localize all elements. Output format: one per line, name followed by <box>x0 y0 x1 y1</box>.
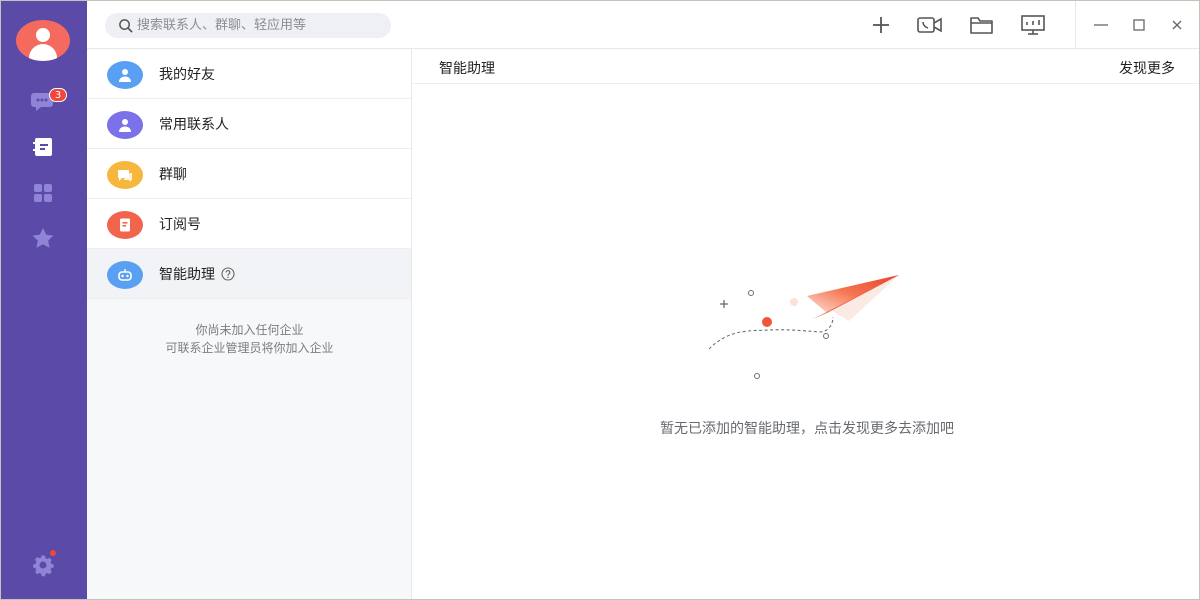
paper-plane-illustration <box>709 275 899 379</box>
plus-icon[interactable] <box>867 13 895 37</box>
search-icon <box>119 19 133 33</box>
contact-item-frequent[interactable]: 常用联系人 <box>87 99 411 149</box>
contact-item-smart-assistant[interactable]: 智能助理 <box>87 249 411 299</box>
contact-item-subscription[interactable]: 订阅号 <box>87 199 411 249</box>
contact-item-label: 群聊 <box>159 167 187 183</box>
discover-more-link[interactable]: 发现更多 <box>1119 58 1175 78</box>
contact-item-group-chat[interactable]: 群聊 <box>87 149 411 199</box>
toolbar-divider <box>1075 1 1076 49</box>
unread-badge: 3 <box>49 88 67 102</box>
avatar[interactable] <box>16 20 70 61</box>
contact-item-label: 订阅号 <box>159 217 201 233</box>
avatar-body-shape <box>29 44 57 61</box>
folder-icon[interactable] <box>968 13 996 37</box>
avatar-head-shape <box>36 28 50 42</box>
contacts-panel: 我的好友 常用联系人 群聊 订阅号 智能助理 你尚未加入任何企业 可联系企业管理… <box>87 49 412 599</box>
search-input[interactable] <box>137 13 385 38</box>
subscription-icon <box>107 211 143 239</box>
contact-item-my-friends[interactable]: 我的好友 <box>87 49 411 99</box>
minimize-icon[interactable] <box>1091 15 1111 35</box>
assistant-robot-icon <box>107 261 143 289</box>
main-content: 智能助理 发现更多 暂无已添加的智能助理，点击发现更多去添加吧 <box>413 49 1199 599</box>
maximize-icon[interactable] <box>1129 15 1149 35</box>
enterprise-empty-line: 你尚未加入任何企业 <box>195 323 304 337</box>
help-icon[interactable] <box>221 267 235 281</box>
close-icon[interactable] <box>1167 15 1187 35</box>
settings-notification-dot <box>50 550 56 556</box>
left-rail: 3 <box>1 1 87 599</box>
frequent-contact-icon <box>107 111 143 139</box>
page-title: 智能助理 <box>439 61 495 77</box>
search-box[interactable] <box>105 13 391 38</box>
top-bar <box>87 1 1199 49</box>
presentation-icon[interactable] <box>1019 13 1047 37</box>
contact-item-label: 常用联系人 <box>159 117 229 133</box>
empty-state-message: 暂无已添加的智能助理，点击发现更多去添加吧 <box>660 421 954 437</box>
apps-grid-icon[interactable] <box>30 181 56 205</box>
enterprise-empty-note: 你尚未加入任何企业 可联系企业管理员将你加入企业 <box>87 321 412 357</box>
star-icon[interactable] <box>30 226 56 250</box>
group-chat-icon <box>107 161 143 189</box>
assistant-label-text: 智能助理 <box>159 267 215 283</box>
contacts-book-icon[interactable] <box>30 135 56 159</box>
main-header: 智能助理 发现更多 <box>413 49 1199 84</box>
app-window: 3 搜索联系人、群聊、轻应用等 我的好友 常用联系人 群聊 订阅号 智能助理 你… <box>0 0 1200 600</box>
friend-icon <box>107 61 143 89</box>
contact-item-label: 智能助理 <box>159 264 235 284</box>
video-call-icon[interactable] <box>916 13 944 37</box>
contact-category-list: 我的好友 常用联系人 群聊 订阅号 智能助理 <box>87 49 411 299</box>
enterprise-empty-line: 可联系企业管理员将你加入企业 <box>165 341 334 355</box>
settings-icon[interactable] <box>30 553 56 577</box>
contact-item-label: 我的好友 <box>159 67 215 83</box>
